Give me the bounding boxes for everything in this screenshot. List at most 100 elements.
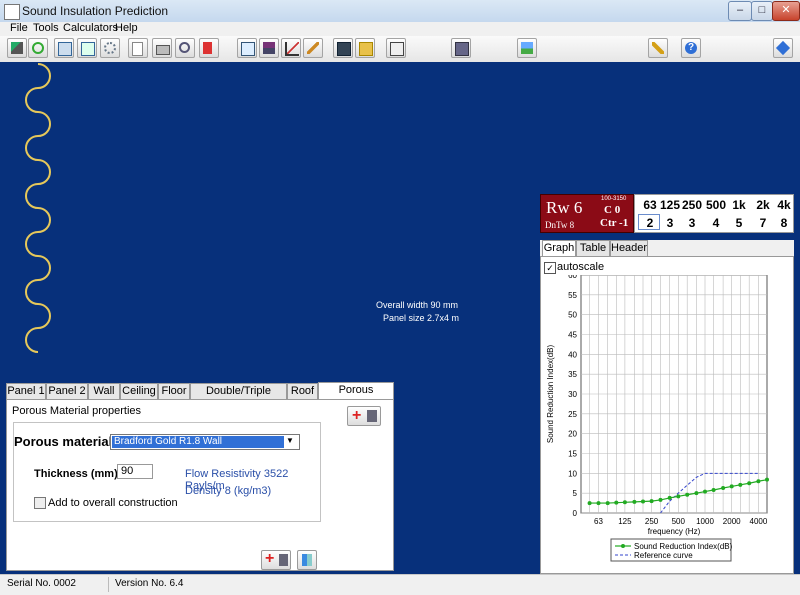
y-axis-label: Sound Reduction Index(dB) [546, 345, 555, 444]
x-axis-label: frequency (Hz) [648, 527, 701, 536]
new-doc-icon [132, 42, 143, 56]
y-tick-label-30: 30 [568, 390, 577, 399]
save-button[interactable] [333, 38, 353, 58]
status-bar: Serial No. 0002 Version No. 6.4 [0, 574, 800, 595]
tab-table[interactable]: Table [576, 240, 610, 256]
tab-floor[interactable]: Floor [158, 383, 190, 399]
layers-button[interactable] [259, 38, 279, 58]
preview-button[interactable] [175, 38, 195, 58]
y-tick-label-20: 20 [568, 430, 577, 439]
menu-file[interactable]: File [10, 22, 28, 34]
tab-glazing[interactable]: Double/Triple Glazing [190, 383, 287, 412]
rating-box: Rw 6 100-3150 C 0 Ctr -1 DnTw 8 [540, 194, 634, 233]
refresh-button[interactable] [28, 38, 48, 58]
octave-freq-125: 125 [659, 198, 681, 212]
open-button[interactable] [355, 38, 375, 58]
y-tick-label-40: 40 [568, 350, 577, 359]
pointer-button[interactable] [7, 38, 27, 58]
pointer-icon [11, 42, 23, 54]
menu-help[interactable]: Help [115, 22, 138, 34]
overall-width-label: Overall width 90 mm [376, 300, 459, 310]
pdf-button[interactable] [199, 38, 219, 58]
menu-bar: File Tools Calculators Help [0, 22, 800, 36]
app-icon [4, 4, 20, 20]
sri-point-2500 [738, 482, 743, 487]
tab-ceiling[interactable]: Ceiling [120, 383, 158, 399]
x-tick-label-125: 125 [618, 517, 632, 526]
graph1-button[interactable] [54, 38, 74, 58]
material-select[interactable]: Bradford Gold R1.8 Wall ▼ [110, 434, 300, 450]
octave-freq-1k: 1k [732, 198, 746, 212]
maximize-button[interactable]: □ [751, 1, 773, 21]
chart-icon [285, 42, 299, 56]
calculator-button[interactable] [451, 38, 471, 58]
toolbar: ? [0, 36, 800, 63]
info-button[interactable] [773, 38, 793, 58]
graph2-icon [81, 42, 95, 56]
c-value: C 0 [604, 204, 621, 216]
tab-panel-2[interactable]: Panel 2 [46, 383, 88, 399]
thickness-input[interactable]: 90 [117, 464, 153, 479]
sri-point-800 [694, 491, 699, 496]
tab-graph[interactable]: Graph [542, 240, 576, 257]
sound-reduction-chart: 0 5 10 15 20 25 30 35 40 45 50 55 60 63 125 250 500 1000 2… [546, 275, 769, 562]
key-button[interactable] [648, 38, 668, 58]
sri-point-5000 [765, 477, 769, 482]
sri-point-125 [622, 500, 627, 505]
layers-icon [263, 42, 275, 54]
copy-button[interactable] [237, 38, 257, 58]
tab-wall[interactable]: Wall [88, 383, 120, 399]
sri-point-500 [676, 494, 681, 499]
sri-point-50 [587, 501, 592, 506]
edit-button[interactable] [303, 38, 323, 58]
panel-tabs: Panel 1 Panel 2 Wall Ceiling Floor Doubl… [6, 382, 396, 412]
bottom-add-button[interactable]: + [261, 550, 291, 570]
add-calc-button[interactable]: + [347, 406, 381, 426]
tab-header[interactable]: Header [610, 240, 648, 256]
box-button[interactable] [386, 38, 406, 58]
open-icon [359, 42, 373, 56]
add-construction-checkbox[interactable] [34, 497, 46, 509]
material-selected: Bradford Gold R1.8 Wall [112, 436, 284, 448]
tab-porous-material[interactable]: Porous Material [318, 382, 394, 411]
picture-button[interactable] [517, 38, 537, 58]
settings-button[interactable] [100, 38, 120, 58]
octave-value-250: 3 [688, 216, 696, 230]
y-tick-label-45: 45 [568, 331, 577, 340]
help-button[interactable]: ? [681, 38, 701, 58]
x-tick-label-500: 500 [672, 517, 686, 526]
info-icon [775, 40, 791, 56]
tab-roof[interactable]: Roof [287, 383, 318, 399]
octave-freq-63: 63 [643, 198, 657, 212]
minimize-button[interactable]: – [728, 1, 752, 21]
settings-icon [104, 42, 116, 54]
legend-ref-label: Reference curve [634, 551, 693, 560]
sri-point-3150 [747, 481, 752, 486]
sri-point-2000 [729, 484, 734, 489]
y-tick-label-25: 25 [568, 410, 577, 419]
chevron-down-icon[interactable]: ▼ [286, 436, 294, 445]
octave-freq-4k: 4k [777, 198, 791, 212]
autoscale-checkbox[interactable]: ✓ [544, 262, 556, 274]
legend-sri-label: Sound Reduction Index(dB) [634, 542, 733, 551]
graph2-button[interactable] [77, 38, 97, 58]
layer-button[interactable] [297, 550, 317, 570]
plus-icon: + [352, 407, 362, 424]
sri-point-160 [632, 499, 637, 504]
octave-freq-500: 500 [705, 198, 727, 212]
octave-band-table: 63 125 250 500 1k 2k 4k 2334578 [634, 194, 794, 233]
new-doc-button[interactable] [128, 38, 148, 58]
sri-point-1600 [721, 486, 726, 491]
menu-calculators[interactable]: Calculators [63, 22, 118, 34]
menu-tools[interactable]: Tools [33, 22, 59, 34]
print-button[interactable] [152, 38, 172, 58]
selected-cell[interactable] [638, 214, 660, 230]
plus-icon-2: + [265, 550, 275, 567]
edit-icon [307, 42, 319, 54]
close-button[interactable]: ✕ [772, 1, 800, 21]
chart-button[interactable] [281, 38, 301, 58]
legend-sri-marker [621, 544, 625, 548]
tab-panel-1[interactable]: Panel 1 [6, 383, 46, 399]
add-construction-label: Add to overall construction [48, 497, 178, 509]
autoscale-label: autoscale [557, 261, 605, 273]
